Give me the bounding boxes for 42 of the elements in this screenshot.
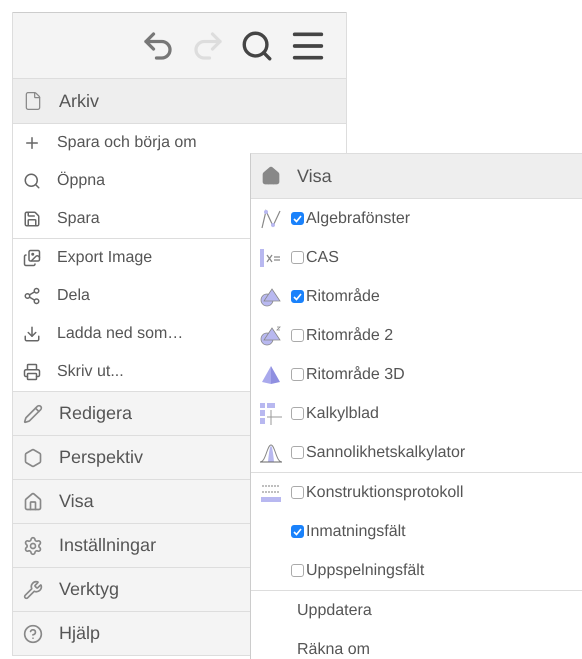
circle-triangle-icon [260, 286, 282, 306]
printer-icon [23, 363, 41, 381]
checkbox[interactable] [291, 446, 304, 459]
submenu-item[interactable]: Ritområde [251, 277, 582, 316]
checkbox[interactable] [291, 564, 304, 577]
submenu-item[interactable]: Ritområde 2 [251, 316, 582, 355]
plus-icon [23, 134, 41, 152]
bell-curve-icon [259, 442, 283, 462]
pencil-icon [23, 404, 43, 424]
circle-triangle-icon [260, 326, 282, 346]
cas-icon [260, 248, 282, 268]
menu-header[interactable]: Arkiv [13, 79, 346, 124]
checkbox[interactable] [291, 251, 304, 264]
checkbox[interactable] [291, 329, 304, 342]
home-icon [23, 492, 43, 512]
checkbox[interactable] [291, 407, 304, 420]
search-icon [23, 172, 41, 190]
submenu-item[interactable]: CAS [251, 238, 582, 277]
checkbox[interactable] [291, 290, 304, 303]
share-icon [23, 287, 41, 305]
checkbox[interactable] [291, 212, 304, 225]
table-icon [260, 482, 282, 502]
checkbox[interactable] [291, 486, 304, 499]
submenu-header[interactable]: Visa [251, 154, 582, 199]
hexagon-icon [23, 448, 43, 468]
checkbox[interactable] [291, 525, 304, 538]
home-icon [261, 166, 281, 186]
menu-header-label: Arkiv [59, 90, 99, 112]
submenu-item[interactable]: Ritområde 3D [251, 355, 582, 394]
pyramid-icon [260, 364, 282, 384]
wrench-icon [23, 580, 43, 600]
search-button[interactable] [240, 28, 274, 62]
settings-icon [23, 536, 43, 556]
document-icon [23, 91, 43, 111]
download-icon [23, 325, 41, 343]
help-icon [23, 624, 43, 644]
checkbox[interactable] [291, 368, 304, 381]
submenu-item[interactable]: Algebrafönster [251, 199, 582, 238]
images-icon [23, 249, 41, 267]
curve-icon [260, 208, 282, 230]
submenu-header-label: Visa [297, 166, 332, 186]
spreadsheet-icon [260, 402, 282, 424]
